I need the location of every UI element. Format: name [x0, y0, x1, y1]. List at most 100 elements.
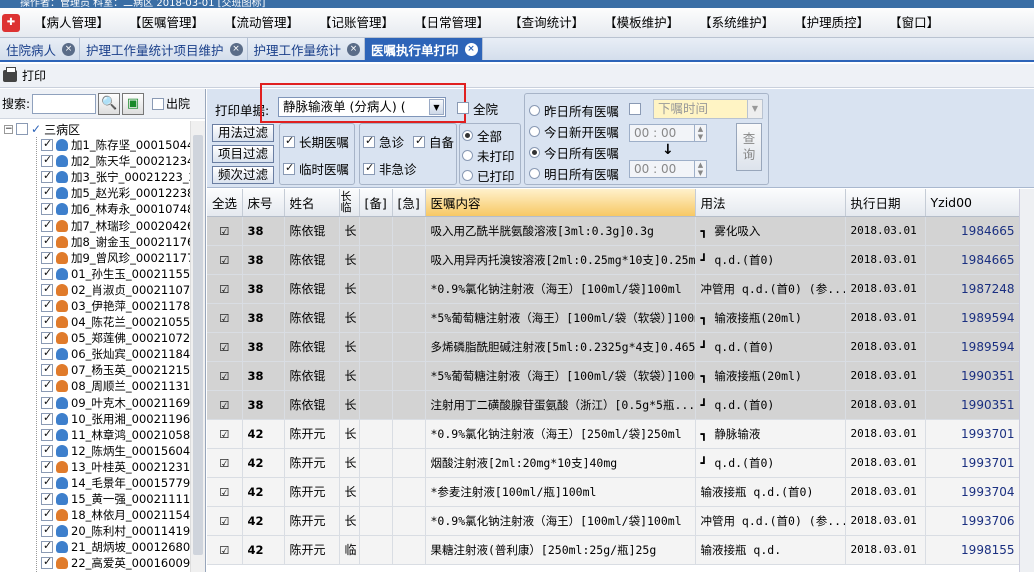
table-row[interactable]: ☑ 42 陈开元长 *参麦注射液[100ml/瓶]100ml 输液接瓶 q.d.(首0)… — [207, 477, 1019, 507]
patient-item[interactable]: 加7_林瑞珍_00020426 — [0, 217, 190, 233]
patient-checkbox[interactable] — [41, 266, 53, 280]
row-select[interactable]: ☑ — [207, 245, 243, 275]
row-select[interactable]: ☑ — [207, 390, 243, 420]
today-new-radio[interactable] — [529, 126, 540, 137]
grid-scrollbar[interactable] — [1019, 189, 1034, 572]
menu-item-6[interactable]: 【模板维护】 — [594, 8, 689, 38]
table-row[interactable]: ☑ 42 陈开元临 果糖注射液(普利康）[250ml:25g/瓶]25g 输液接瓶 q.… — [207, 535, 1019, 565]
today-all-radio[interactable] — [529, 147, 540, 158]
refresh-icon[interactable]: ▣ — [122, 92, 145, 115]
check-icon[interactable]: ☑ — [219, 399, 229, 412]
check-icon[interactable]: ☑ — [219, 370, 229, 383]
table-row[interactable]: ☑ 42 陈开元长 *0.9%氯化钠注射液（海王）[250ml/袋]250ml ┓ 静脉… — [207, 419, 1019, 449]
row-select[interactable]: ☑ — [207, 332, 243, 362]
temp-option[interactable]: 临时医嘱 — [283, 159, 349, 178]
column-header[interactable]: 执行日期 — [845, 189, 926, 217]
close-icon[interactable]: × — [229, 42, 243, 56]
today-new-option[interactable]: 今日新开医嘱 — [529, 122, 619, 141]
long-term-option[interactable]: 长期医嘱 — [283, 132, 349, 151]
query-button[interactable]: 查询 — [736, 123, 762, 171]
table-row[interactable]: ☑ 38 陈依锟长 多烯磷脂酰胆碱注射液[5ml:0.2325g*4支]0.465g ┛… — [207, 332, 1019, 362]
table-row[interactable]: ☑ 38 陈依锟长 注射用丁二磺酸腺苷蛋氨酸（浙江）[0.5g*5瓶... ┛ q.d.… — [207, 390, 1019, 420]
check-icon[interactable]: ☑ — [219, 515, 229, 528]
patient-checkbox[interactable] — [41, 201, 53, 216]
expand-icon[interactable]: − — [4, 124, 13, 134]
unprinted-option[interactable]: 未打印 — [462, 146, 515, 165]
patient-item[interactable]: 加5_赵光彩_00012238 — [0, 185, 190, 201]
patient-item[interactable]: 18_林依月_00021154_ — [0, 507, 190, 523]
item-filter-button[interactable]: 项目过滤 — [212, 145, 274, 163]
non-emergency-checkbox[interactable] — [363, 161, 375, 175]
row-select[interactable]: ☑ — [207, 477, 243, 507]
whole-hospital-checkbox[interactable] — [457, 102, 469, 114]
check-icon[interactable]: ☑ — [219, 283, 229, 296]
menu-item-5[interactable]: 【查询统计】 — [499, 8, 594, 38]
patient-item[interactable]: 15_黄一强_00021111_ — [0, 491, 190, 507]
row-select[interactable]: ☑ — [207, 535, 243, 565]
check-icon[interactable]: ☑ — [219, 544, 229, 557]
freq-filter-button[interactable]: 频次过滤 — [212, 166, 274, 184]
patient-checkbox[interactable] — [41, 507, 53, 522]
patient-checkbox[interactable] — [41, 314, 53, 329]
tree-scrollbar[interactable] — [190, 121, 205, 572]
long-term-checkbox[interactable] — [283, 134, 295, 148]
row-select[interactable]: ☑ — [207, 303, 243, 333]
usage-filter-button[interactable]: 用法过滤 — [212, 124, 274, 142]
patient-item[interactable]: 22_高爱英_00016009_ — [0, 555, 190, 571]
patient-checkbox[interactable] — [41, 137, 53, 152]
patient-checkbox[interactable] — [41, 346, 53, 361]
patient-item[interactable]: 12_陈炳生_00015604_ — [0, 443, 190, 459]
table-row[interactable]: ☑ 38 陈依锟长 吸入用乙酰半胱氨酸溶液[3ml:0.3g]0.3g ┓ 雾化吸入 20… — [207, 216, 1019, 246]
check-icon[interactable]: ☑ — [219, 225, 229, 238]
start-time-input[interactable]: 00 : 00 ▲ ▼ — [629, 124, 707, 142]
column-header[interactable]: 全选 — [207, 189, 243, 217]
patient-checkbox[interactable] — [41, 539, 53, 554]
root-checkbox[interactable] — [16, 123, 28, 135]
patient-checkbox[interactable] — [41, 459, 53, 473]
today-all-option[interactable]: 今日所有医嘱 — [529, 143, 619, 162]
patient-checkbox[interactable] — [41, 169, 53, 184]
menu-item-0[interactable]: 【病人管理】 — [24, 8, 119, 38]
spin-icon[interactable]: ▲ ▼ — [694, 125, 706, 141]
end-time-input[interactable]: 00 : 00 ▲ ▼ — [629, 160, 707, 178]
temp-checkbox[interactable] — [283, 161, 295, 175]
chevron-down-icon[interactable]: ▼ — [747, 100, 762, 118]
patient-checkbox[interactable] — [41, 523, 53, 538]
close-icon[interactable]: × — [347, 42, 361, 56]
order-time-select[interactable]: 下嘱时间 ▼ — [653, 99, 763, 119]
patient-item[interactable]: 20_陈利村_00011419_ — [0, 523, 190, 539]
unprinted-radio[interactable] — [462, 150, 473, 161]
patient-checkbox[interactable] — [41, 395, 53, 409]
patient-checkbox[interactable] — [41, 250, 53, 264]
menu-item-4[interactable]: 【日常管理】 — [404, 8, 499, 38]
patient-item[interactable]: 13_叶桂英_00021231_ — [0, 459, 190, 475]
patient-item[interactable]: 21_胡炳坡_00012680_ — [0, 539, 190, 555]
close-icon[interactable]: × — [464, 42, 478, 56]
patient-item[interactable]: 05_郑莲佛_00021072_ — [0, 330, 190, 346]
patient-checkbox[interactable] — [41, 443, 53, 457]
emergency-checkbox[interactable] — [363, 134, 375, 148]
tree-root[interactable]: − ✓ 三病区 — [0, 121, 190, 137]
tomorrow-option[interactable]: 明日所有医嘱 — [529, 164, 619, 183]
patient-item[interactable]: 04_陈花兰_00021055_ — [0, 314, 190, 330]
table-row[interactable]: ☑ 42 陈开元长 *0.9%氯化钠注射液（海王）[100ml/袋]100ml 冲管用 … — [207, 506, 1019, 536]
tab-2[interactable]: 护理工作量统计 × — [248, 38, 366, 60]
menu-item-9[interactable]: 【窗口】 — [879, 8, 949, 38]
row-select[interactable]: ☑ — [207, 448, 243, 478]
patient-item[interactable]: 加8_谢金玉_00021176 — [0, 234, 190, 250]
backup-option[interactable]: 自备 — [413, 132, 454, 151]
scroll-thumb[interactable] — [193, 135, 203, 555]
check-icon[interactable]: ☑ — [219, 457, 229, 470]
patient-checkbox[interactable] — [41, 298, 53, 312]
menu-item-2[interactable]: 【流动管理】 — [214, 8, 309, 38]
check-icon[interactable]: ☑ — [219, 428, 229, 441]
check-icon[interactable]: ☑ — [219, 486, 229, 499]
discharge-checkbox[interactable] — [152, 97, 165, 110]
yesterday-option[interactable]: 昨日所有医嘱 — [529, 101, 619, 120]
table-row[interactable]: ☑ 38 陈依锟长 *5%葡萄糖注射液（海王）[100ml/袋（软袋）]100ml ┓ … — [207, 303, 1019, 333]
column-header[interactable]: 床号 — [242, 189, 285, 217]
patient-checkbox[interactable] — [41, 378, 53, 393]
patient-checkbox[interactable] — [41, 555, 53, 570]
patient-checkbox[interactable] — [41, 234, 53, 248]
patient-checkbox[interactable] — [41, 218, 53, 232]
